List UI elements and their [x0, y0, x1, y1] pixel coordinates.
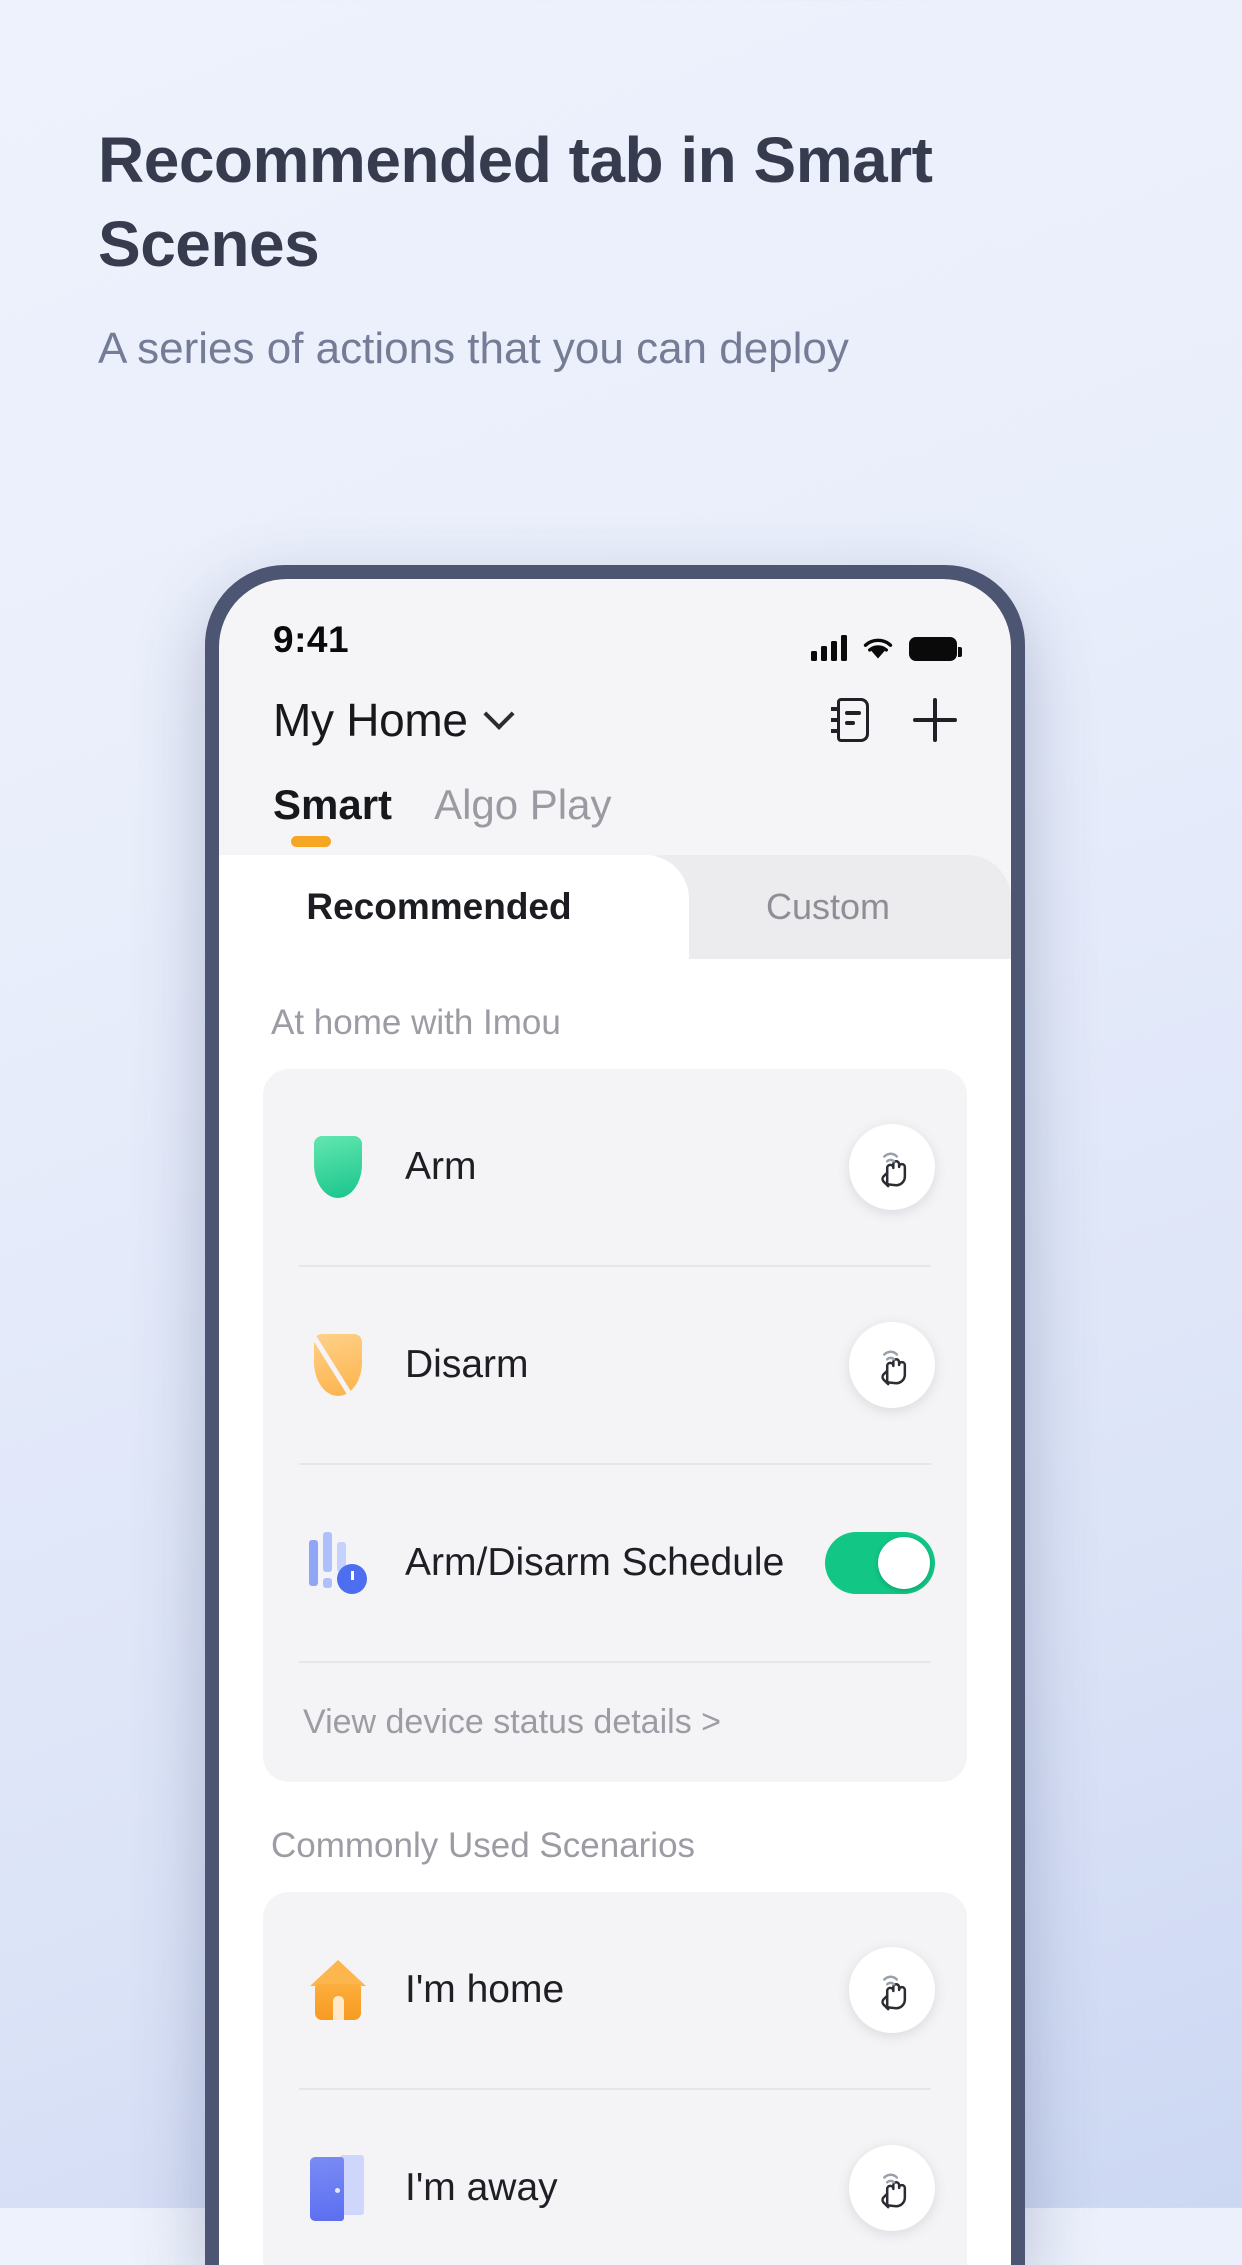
tap-action-button[interactable] — [849, 1322, 935, 1408]
view-device-status-link[interactable]: View device status details > — [295, 1663, 935, 1782]
list-item[interactable]: Arm — [295, 1069, 935, 1265]
house-icon — [295, 1960, 381, 2020]
list-item[interactable]: I'm home — [295, 1892, 935, 2088]
tab-algo-play-label: Algo Play — [434, 781, 612, 828]
chevron-down-icon — [483, 698, 515, 730]
card-at-home-with-imou: Arm Disarm Arm/Disarm Schedule View devi… — [263, 1069, 967, 1782]
tap-action-button[interactable] — [849, 2145, 935, 2231]
home-name-label: My Home — [273, 694, 468, 746]
list-item-label: Arm — [405, 1145, 477, 1188]
tap-action-button[interactable] — [849, 1947, 935, 2033]
status-icons — [811, 635, 962, 661]
list-item[interactable]: Disarm — [295, 1267, 935, 1463]
list-item[interactable]: Arm/Disarm Schedule — [295, 1465, 935, 1661]
tab-recommended-label: Recommended — [306, 886, 572, 927]
tap-hand-icon — [881, 2173, 907, 2209]
phone-screen: 9:41 My Home Smart Algo Play Custom Reco… — [219, 579, 1011, 2265]
list-item-label: I'm away — [405, 2166, 558, 2209]
app-header: My Home — [219, 671, 1011, 747]
section-title-imou: At home with Imou — [271, 1003, 561, 1042]
list-item-label: Arm/Disarm Schedule — [405, 1541, 785, 1584]
status-time: 9:41 — [273, 619, 350, 660]
main-tab-bar: Smart Algo Play — [219, 747, 1011, 851]
tab-smart-label: Smart — [273, 781, 393, 828]
schedule-chart-icon — [295, 1532, 381, 1594]
tab-custom-label: Custom — [765, 886, 891, 927]
plus-icon[interactable] — [913, 698, 957, 742]
status-bar: 9:41 — [219, 579, 1011, 671]
list-item[interactable]: I'm away — [295, 2090, 935, 2265]
cellular-signal-icon — [811, 635, 847, 661]
wifi-icon — [863, 638, 893, 659]
segment-tab-bar: Custom Recommended — [219, 855, 1011, 959]
tab-recommended[interactable]: Recommended — [219, 855, 689, 959]
header-actions — [831, 698, 957, 742]
shield-icon — [295, 1136, 381, 1198]
section-title-scenarios: Commonly Used Scenarios — [271, 1826, 696, 1865]
promo-block: Recommended tab in Smart Scenes A series… — [98, 118, 998, 379]
schedule-toggle[interactable] — [825, 1532, 935, 1594]
page-title: Recommended tab in Smart Scenes — [98, 124, 933, 281]
card-commonly-used-scenarios: I'm home I'm away — [263, 1892, 967, 2265]
tap-hand-icon — [881, 1975, 907, 2011]
tab-smart[interactable]: Smart — [273, 781, 392, 851]
page-subtitle: A series of actions that you can deploy — [98, 323, 849, 373]
battery-full-icon — [909, 637, 962, 661]
door-icon — [295, 2155, 381, 2221]
tap-hand-icon — [881, 1152, 907, 1188]
recommended-panel: At home with Imou Arm Disarm Arm/Disarm … — [219, 959, 1011, 2265]
list-item-label: Disarm — [405, 1343, 529, 1386]
tab-algo-play[interactable]: Algo Play — [434, 781, 611, 851]
list-item-label: I'm home — [405, 1968, 565, 2011]
log-book-icon[interactable] — [831, 698, 869, 742]
tap-hand-icon — [881, 1350, 907, 1386]
shield-slash-icon — [295, 1334, 381, 1396]
phone-mockup: 9:41 My Home Smart Algo Play Custom Reco… — [205, 565, 1025, 2265]
home-selector[interactable]: My Home — [273, 693, 515, 747]
tap-action-button[interactable] — [849, 1124, 935, 1210]
